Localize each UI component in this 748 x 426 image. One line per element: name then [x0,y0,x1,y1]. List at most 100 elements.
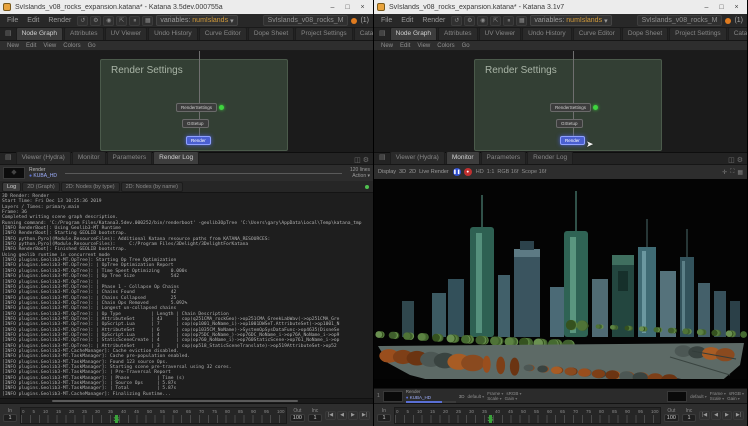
timeline-in-field[interactable]: In 1 [3,408,17,422]
message-indicator-icon[interactable] [725,18,731,24]
node-render[interactable]: Render [560,136,585,145]
titlebar[interactable]: SvIslands_v08_rocks_expansion.katana* - … [0,0,373,14]
log-action-dropdown[interactable]: Action ▾ [352,173,370,179]
pane-tab[interactable]: Render Log [153,151,199,164]
toolbar-icon[interactable]: ▦ [142,16,153,26]
toolbar-icon[interactable]: ⏸ [129,16,140,26]
dimension-toggle[interactable]: 2D [409,169,416,175]
pane-tab[interactable]: Viewer (Hydra) [390,151,445,164]
toolbar-icon[interactable]: ⇱ [490,16,501,26]
pane-tab[interactable]: Parameters [107,151,153,164]
preset-dropdown[interactable]: default [468,394,485,399]
inc-value[interactable]: 1 [682,414,696,422]
option-dropdown[interactable]: Gain [727,396,740,402]
pane-menu-icon[interactable]: ▤ [2,152,15,164]
pane-tab[interactable]: Dope Sheet [248,28,294,40]
monitor-view-icon[interactable]: ⛶ [730,169,734,176]
toolbar-icon[interactable]: ▦ [516,16,527,26]
transport-button[interactable]: |◀ [699,411,710,420]
timeline-out-field[interactable]: Out 100 [664,408,679,422]
option-dropdown[interactable]: Scale [487,396,501,402]
view-flag-icon[interactable] [219,105,224,110]
log-subtab[interactable]: 2D: Nodes (by type) [61,182,120,192]
minimize-button[interactable]: – [325,1,340,14]
toolbar-icon[interactable]: ↺ [77,16,88,26]
option-dropdown[interactable]: Scale [710,396,724,402]
inc-value[interactable]: 1 [308,414,322,422]
out-value[interactable]: 100 [664,414,679,422]
nodegraph-canvas[interactable]: Render Settings RenderSettings GISetup R… [0,51,373,152]
toolbar-icon[interactable]: ⏸ [503,16,514,26]
pane-menu-icon[interactable]: ▤ [376,28,389,40]
option-dropdown[interactable]: Gain [505,396,518,402]
pane-split-icon[interactable]: ◫ [354,156,361,164]
pause-icon[interactable]: ❚❚ [453,168,461,176]
log-subtab[interactable]: 2D (Graph) [22,182,60,192]
scrollbar-thumb[interactable] [52,400,298,402]
playhead[interactable]: 36 [485,408,495,423]
display-label[interactable]: Display [378,169,396,175]
toolbar-icon[interactable]: ◉ [477,16,488,26]
transport-button[interactable]: ▶| [733,411,744,420]
node-gisetup[interactable]: GISetup [556,119,583,128]
preset-dropdown-b[interactable]: default [690,394,707,399]
pane-tab[interactable]: Render Log [527,151,573,164]
edit-menu[interactable]: Edit [398,17,416,24]
nodegraph-menu-item[interactable]: Colors [434,43,457,49]
timeline-in-field[interactable]: In 1 [377,408,391,422]
node-rendersettings[interactable]: RenderSettings [550,103,598,112]
pane-tab[interactable]: Catalog [354,28,373,40]
pane-tab[interactable]: UV Viewer [479,28,522,40]
live-render-toggle[interactable]: Live Render [419,169,449,175]
timeline-out-field[interactable]: Out 100 [290,408,305,422]
pane-menu-icon[interactable]: ▤ [376,152,389,164]
pane-tab[interactable]: Monitor [446,151,480,164]
log-subtab[interactable]: 2D: Nodes (by name) [121,182,183,192]
in-value[interactable]: 1 [3,414,17,422]
node-render[interactable]: Render [186,136,211,145]
pane-tab[interactable]: Attributes [438,28,477,40]
pane-tab[interactable]: Undo History [148,28,198,40]
compare-thumbnail[interactable] [667,391,687,402]
pane-tab[interactable]: Viewer (Hydra) [16,151,71,164]
nodegraph-menu-item[interactable]: Go [459,43,473,49]
pane-tab[interactable]: Parameters [481,151,527,164]
monitor-view-icon[interactable]: ▦ [737,169,743,176]
toolbar-icon[interactable]: ⇱ [116,16,127,26]
pane-tab[interactable]: Catalog [728,28,747,40]
monitor-control[interactable]: Scope 16f [521,169,546,175]
pane-tab[interactable]: Attributes [64,28,103,40]
monitor-image-area[interactable] [374,179,747,388]
render-menu[interactable]: Render [45,17,74,24]
pane-tab[interactable]: Monitor [72,151,106,164]
transport-button[interactable]: ▶| [359,411,370,420]
nodegraph-menu-item[interactable]: View [40,43,59,49]
nodegraph-menu-item[interactable]: View [414,43,433,49]
monitor-view-icon[interactable]: ✛ [722,169,727,176]
pane-gear-icon[interactable]: ⚙ [737,156,743,164]
message-indicator-icon[interactable] [351,18,357,24]
transport-button[interactable]: ▶ [722,411,732,420]
pane-tab[interactable]: Curve Editor [199,28,247,40]
pane-tab[interactable]: Project Settings [669,28,727,40]
render-item[interactable]: Render ● KUBA_HD [406,389,456,403]
render-thumbnail[interactable] [383,391,403,402]
transport-button[interactable]: ▶ [348,411,358,420]
nodegraph-canvas[interactable]: Render Settings RenderSettings GISetup R… [374,51,747,152]
log-horizontal-scrollbar[interactable] [0,398,373,403]
pane-tab[interactable]: UV Viewer [105,28,148,40]
pane-tab[interactable]: Node Graph [16,28,63,40]
file-menu[interactable]: File [378,17,395,24]
playhead[interactable]: 36 [111,408,121,423]
nodegraph-menu-item[interactable]: Go [85,43,99,49]
nodegraph-menu-item[interactable]: New [378,43,396,49]
log-subtab[interactable]: Log [2,182,21,192]
transport-button[interactable]: ◀ [711,411,721,420]
maximize-button[interactable]: □ [714,1,729,14]
session-tab[interactable]: SvIslands_v08_rocks_M [637,15,723,26]
transport-button[interactable]: ◀ [337,411,347,420]
close-button[interactable]: × [355,1,370,14]
node-rendersettings[interactable]: RenderSettings [176,103,224,112]
toolbar-icon[interactable]: ↺ [451,16,462,26]
pane-tab[interactable]: Dope Sheet [622,28,668,40]
